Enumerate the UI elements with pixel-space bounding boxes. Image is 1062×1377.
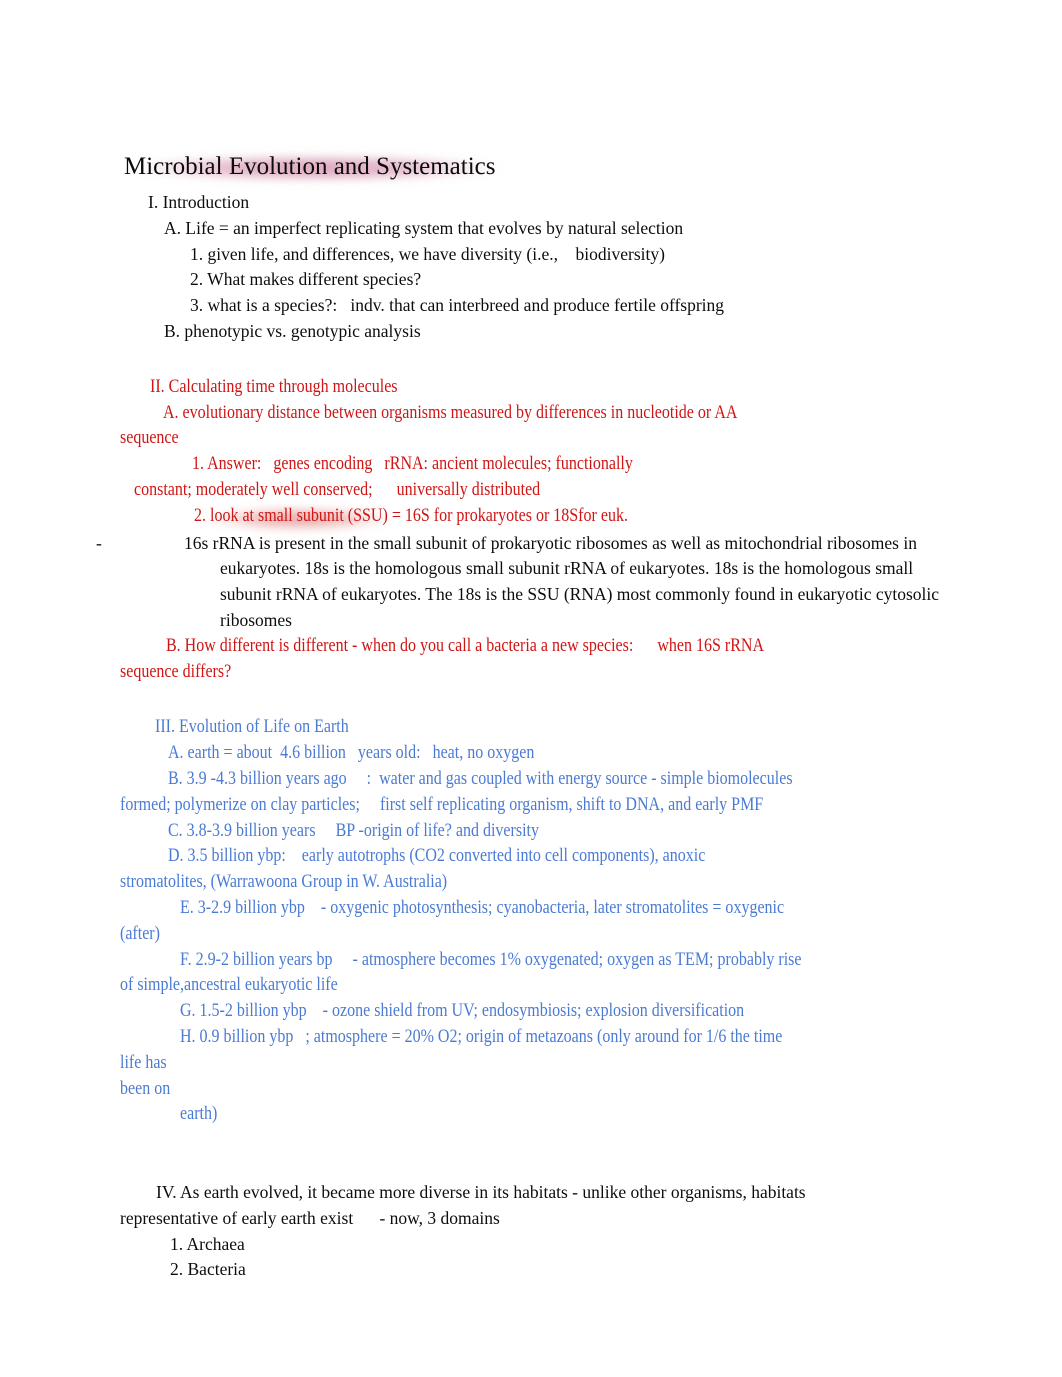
section-evolution-of-life: III. Evolution of Life on Earth A. earth… — [120, 715, 945, 1128]
intro-item-a: A. Life = an imperfect replicating syste… — [164, 217, 684, 238]
intro-item-a2: 2. What makes different species? — [190, 269, 422, 290]
evolution-item-a: A. earth = about 4.6 billion years old: … — [168, 743, 535, 764]
spacer-after-evolution — [120, 1128, 945, 1158]
evolution-item-d-line2: stromatolites, (Warrawoona Group in W. A… — [120, 872, 448, 893]
rrna-explanatory-note: - 16s rRNA is present in the small subuni… — [96, 531, 945, 634]
evolution-item-e-line2: (after) — [120, 923, 160, 944]
domains-item-2: 2. Bacteria — [170, 1259, 246, 1280]
calculating-item-b-line1: B. How different is different - when do … — [166, 635, 765, 656]
intro-item-a1: 1. given life, and differences, we have … — [190, 243, 665, 264]
page-title-container: Microbial Evolution and Systematics — [120, 152, 945, 186]
calculating-item-a1-line2: constant; moderately well conserved; uni… — [134, 479, 541, 500]
spacer-after-intro — [120, 345, 945, 375]
calculating-item-a1-line1: 1. Answer: genes encoding rRNA: ancient … — [192, 454, 633, 475]
evolution-item-f-line2: of simple,ancestral eukaryotic life — [120, 975, 338, 996]
evolution-item-g: G. 1.5-2 billion ybp - ozone shield from… — [180, 1001, 745, 1022]
section-introduction-heading: I. Introduction — [148, 192, 250, 212]
evolution-item-b-line2: formed; polymerize on clay particles; fi… — [120, 794, 764, 815]
intro-item-b: B. phenotypic vs. genotypic analysis — [164, 320, 421, 341]
calculating-item-a2: 2. look at small subunit (SSU) = 16S for… — [194, 504, 1019, 530]
evolution-item-h-line2: life has — [120, 1052, 167, 1073]
calculating-item-a2-suffix: = 16S for prokaryotes or 18Sfor euk. — [387, 505, 628, 526]
section-calculating-time: II. Calculating time through molecules A… — [96, 375, 945, 686]
evolution-item-b-line1: B. 3.9 -4.3 billion years ago : water an… — [168, 768, 793, 789]
document-page: Microbial Evolution and Systematics I. I… — [0, 0, 1062, 1377]
page-title: Microbial Evolution and Systematics — [124, 153, 496, 180]
evolution-item-h-line1: H. 0.9 billion ybp ; atmosphere = 20% O2… — [180, 1026, 783, 1047]
section-domains: IV. As earth evolved, it became more div… — [120, 1180, 945, 1283]
evolution-item-h-line3: been on — [120, 1078, 171, 1099]
spacer-before-domains — [120, 1158, 945, 1180]
calculating-item-a2-highlighted-text: look at small subunit (SSU) — [210, 504, 388, 530]
evolution-item-h-line4: earth) — [160, 1104, 218, 1125]
section-introduction: I. Introduction A. Life = an imperfect r… — [120, 190, 945, 345]
domains-heading-line2: representative of early earth exist - no… — [120, 1207, 500, 1228]
note-body-text: 16s rRNA is present in the small subunit… — [184, 532, 944, 630]
spacer-after-calculating — [120, 685, 945, 715]
calculating-item-b-line2: sequence differs? — [120, 661, 232, 682]
domains-heading-line1: IV. As earth evolved, it became more div… — [156, 1182, 806, 1203]
calculating-item-a-line2: sequence — [120, 428, 179, 449]
calculating-item-a-line1: A. evolutionary distance between organis… — [163, 402, 738, 423]
domains-item-1: 1. Archaea — [170, 1233, 245, 1254]
note-dash-bullet: - — [96, 532, 102, 553]
calculating-item-a2-prefix: 2. — [194, 505, 211, 526]
evolution-item-e-line1: E. 3-2.9 billion ybp - oxygenic photosyn… — [180, 897, 785, 918]
evolution-item-c: C. 3.8-3.9 billion years BP -origin of l… — [168, 820, 539, 841]
evolution-item-f-line1: F. 2.9-2 billion years bp - atmosphere b… — [180, 949, 802, 970]
evolution-item-d-line1: D. 3.5 billion ybp: early autotrophs (CO… — [168, 846, 706, 867]
section-calculating-heading: II. Calculating time through molecules — [150, 376, 398, 397]
section-evolution-heading: III. Evolution of Life on Earth — [155, 717, 349, 738]
intro-item-a3: 3. what is a species?: indv. that can in… — [190, 295, 725, 316]
